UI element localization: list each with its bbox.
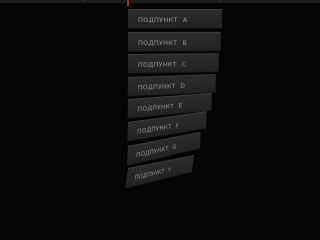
dropdown-submenu: ПОДПУНКТ A ПОДПУНКТ B ПОДПУНКТ C ПОДПУНКТ D …: [0, 0, 320, 200]
submenu-item-key: C: [181, 60, 187, 69]
submenu-item-label: ПОДПУНКТ: [138, 16, 178, 24]
submenu-item-label: ПОДПУНКТ: [137, 60, 177, 69]
submenu-item-key: Y: [167, 165, 172, 175]
menu-stage: ПОДПУНКТ A ПОДПУНКТ B ПОДПУНКТ C ПОДПУНКТ D …: [0, 0, 320, 200]
submenu-item-label: ПОДПУНКТ: [134, 167, 165, 182]
submenu-item-c[interactable]: ПОДПУНКТ C: [127, 53, 219, 75]
submenu-item-key: B: [182, 38, 188, 47]
submenu-item-label: ПОДПУНКТ: [137, 38, 178, 47]
submenu-item-key: F: [175, 121, 180, 130]
submenu-item-key: A: [182, 16, 188, 24]
submenu-item-a[interactable]: ПОДПУНКТ A: [128, 9, 222, 29]
submenu-item-key: G: [172, 142, 177, 152]
submenu-item-key: E: [178, 101, 183, 110]
submenu-item-b[interactable]: ПОДПУНКТ B: [127, 31, 221, 53]
submenu-item-key: D: [180, 81, 186, 90]
submenu-item-label: ПОДПУНКТ: [137, 82, 176, 92]
